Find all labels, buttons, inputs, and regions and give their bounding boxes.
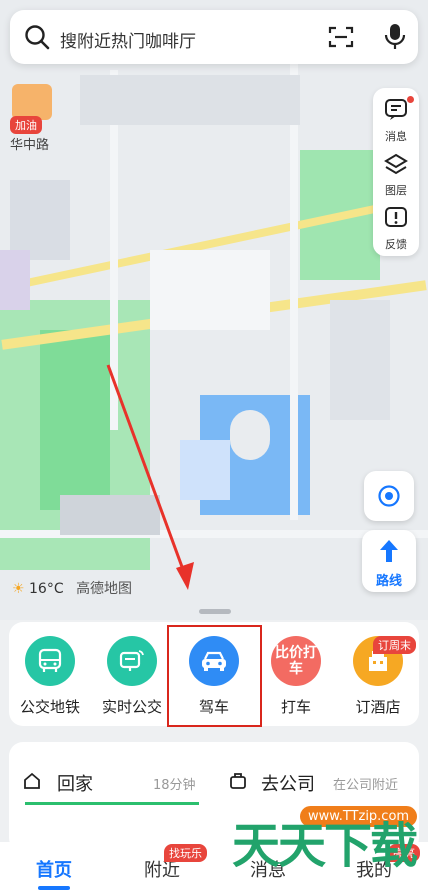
taxi-icon-text: 比价打车 xyxy=(275,645,317,677)
map-building xyxy=(10,180,70,260)
route-button[interactable]: 路线 xyxy=(362,530,416,592)
realtime-bus-icon xyxy=(107,636,157,686)
route-label: 路线 xyxy=(375,574,402,589)
home-route-bar xyxy=(25,802,199,805)
map-building xyxy=(150,250,270,330)
taxi-icon: 比价打车 xyxy=(271,636,321,686)
scan-icon[interactable] xyxy=(328,25,354,53)
active-indicator xyxy=(38,886,70,890)
highlight-box xyxy=(167,625,262,727)
work-hint: 在公司附近 xyxy=(333,778,399,793)
search-bar[interactable]: 搜附近热门咖啡厅 xyxy=(10,10,418,64)
quick-item-taxi[interactable]: 比价打车 打车 xyxy=(255,622,337,726)
nearby-badge: 找玩乐 xyxy=(164,844,207,862)
feedback-label: 反馈 xyxy=(385,238,407,251)
bus-icon xyxy=(25,636,75,686)
microphone-icon[interactable] xyxy=(384,22,406,56)
search-icon xyxy=(24,24,50,54)
quick-label: 打车 xyxy=(280,698,311,716)
drag-handle[interactable] xyxy=(199,609,231,614)
feedback-icon xyxy=(385,207,407,227)
map-brand: 高德地图 xyxy=(76,581,133,597)
gas-station-pin[interactable] xyxy=(12,84,52,120)
layers-button[interactable]: 图层 xyxy=(373,146,419,200)
sun-icon: ☀ xyxy=(12,581,25,597)
search-input[interactable]: 搜附近热门咖啡厅 xyxy=(60,27,196,52)
map-building xyxy=(230,410,270,460)
home-label: 回家 xyxy=(57,774,93,795)
home-icon xyxy=(24,772,40,789)
locate-button[interactable] xyxy=(364,471,414,521)
feedback-button[interactable]: 反馈 xyxy=(373,200,419,254)
message-icon xyxy=(385,99,407,120)
location-target-icon xyxy=(378,485,400,507)
quick-item-hotel[interactable]: 订周末 订酒店 xyxy=(337,622,419,726)
map-tools-panel: 消息 图层 反馈 xyxy=(373,88,419,256)
quick-item-bus[interactable]: 公交地铁 xyxy=(9,622,91,726)
map-road xyxy=(290,60,298,520)
layers-label: 图层 xyxy=(385,184,407,197)
annotation-arrow xyxy=(106,364,194,590)
road-label: 华中路 xyxy=(10,138,50,153)
work-label: 去公司 xyxy=(261,774,315,795)
temperature: 16°C xyxy=(29,581,64,597)
quick-item-realtime-bus[interactable]: 实时公交 xyxy=(91,622,173,726)
weather-info: ☀ 16°C 高德地图 xyxy=(12,578,132,598)
watermark-brand: 天天下载 xyxy=(232,818,418,874)
messages-label: 消息 xyxy=(385,130,407,143)
map-building xyxy=(80,75,300,125)
gas-station-badge: 加油 xyxy=(10,116,42,134)
quick-label: 订酒店 xyxy=(355,698,401,716)
layers-icon xyxy=(384,153,408,175)
quick-label: 公交地铁 xyxy=(19,698,80,716)
map-view[interactable]: 加油 华中路 xyxy=(0,0,428,620)
notification-dot xyxy=(407,96,414,103)
messages-button[interactable]: 消息 xyxy=(373,92,419,146)
quick-label: 实时公交 xyxy=(101,698,162,716)
briefcase-icon xyxy=(230,773,246,789)
map-building xyxy=(0,250,30,310)
home-time: 18分钟 xyxy=(153,778,196,793)
hotel-badge: 订周末 xyxy=(373,636,416,654)
map-building xyxy=(330,300,390,420)
nav-home[interactable]: 首页 xyxy=(36,856,72,882)
route-arrow-icon xyxy=(380,540,398,562)
